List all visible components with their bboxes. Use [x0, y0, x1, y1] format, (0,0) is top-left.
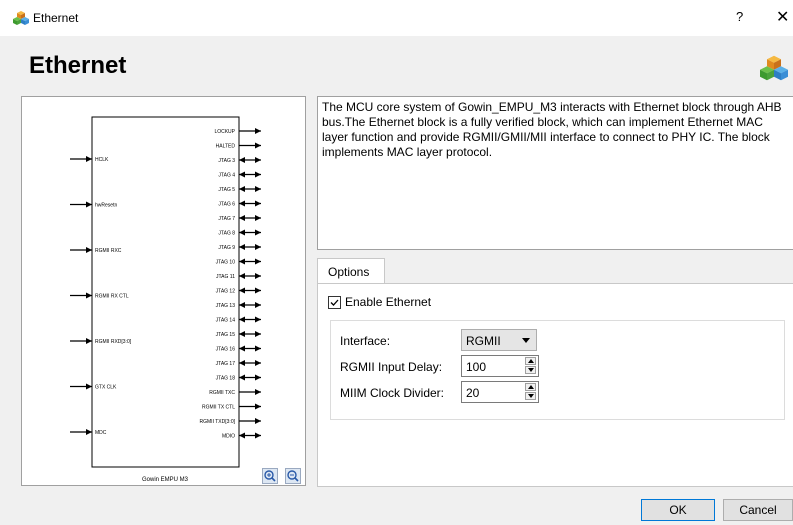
- input-pin-label: RGMII RX CTL: [95, 294, 129, 300]
- rgmii-input-delay-label: RGMII Input Delay:: [340, 360, 443, 374]
- checkmark-icon: [330, 299, 339, 306]
- output-pin-label: JTAG 15: [216, 332, 236, 338]
- output-pin-label: HALTED: [216, 144, 236, 150]
- output-pin-label: JTAG 14: [216, 318, 236, 324]
- block-name-label: Gowin EMPU M3: [142, 477, 189, 483]
- interface-label: Interface:: [340, 334, 391, 348]
- close-button[interactable]: ✕: [776, 7, 789, 27]
- app-cubes-icon: [13, 11, 29, 25]
- title-bar: Ethernet ? ✕: [0, 0, 793, 36]
- input-pin-label: hwResetn: [95, 203, 117, 209]
- output-pin-label: JTAG 11: [216, 274, 235, 280]
- spin-down-button[interactable]: [525, 392, 536, 400]
- help-button[interactable]: ?: [736, 9, 743, 24]
- input-pin-label: RGMII RXD[3:0]: [95, 339, 132, 345]
- chevron-down-icon: [522, 338, 530, 343]
- enable-ethernet-label: Enable Ethernet: [345, 295, 432, 309]
- output-pin-label: JTAG 4: [218, 173, 235, 179]
- output-pin-label: JTAG 5: [218, 187, 235, 193]
- tab-options-label: Options: [328, 265, 370, 279]
- window-title: Ethernet: [33, 11, 79, 25]
- output-pin-label: LOCKUP: [214, 129, 235, 135]
- options-panel: Enable Ethernet Interface: RGMII RGMII I…: [317, 283, 793, 487]
- enable-ethernet-checkbox[interactable]: [328, 296, 341, 309]
- spin-down-icon: [528, 368, 534, 372]
- input-pin-label: HCLK: [95, 157, 109, 163]
- output-pin-label: JTAG 10: [216, 260, 236, 266]
- tab-options[interactable]: Options: [317, 258, 385, 284]
- output-pin-label: JTAG 8: [218, 231, 235, 237]
- cancel-button[interactable]: Cancel: [723, 499, 793, 521]
- output-pin-label: JTAG 17: [216, 361, 236, 367]
- output-pin-label: RGMII TX CTL: [202, 405, 235, 411]
- spin-down-button[interactable]: [525, 366, 536, 374]
- interface-settings-group: Interface: RGMII RGMII Input Delay: 100 …: [330, 320, 785, 420]
- input-pin-label: RGMII RXC: [95, 248, 122, 254]
- output-pin-label: JTAG 18: [216, 376, 236, 382]
- zoom-in-icon: [264, 470, 276, 482]
- ok-button[interactable]: OK: [641, 499, 715, 521]
- dialog-header: Ethernet: [0, 36, 793, 96]
- zoom-out-button[interactable]: [285, 468, 301, 484]
- zoom-in-button[interactable]: [262, 468, 278, 484]
- input-pin-label: GTX CLK: [95, 385, 117, 391]
- output-pin-label: JTAG 9: [218, 245, 235, 251]
- output-pin-label: JTAG 6: [218, 202, 235, 208]
- output-pin-label: JTAG 7: [218, 216, 235, 222]
- block-diagram-panel: LOCKUP HALTED JTAG 3 JTAG 4 JTAG 5 JTAG 6 JTAG…: [21, 96, 306, 486]
- output-pin-label: JTAG 12: [216, 289, 236, 295]
- block-diagram: LOCKUP HALTED JTAG 3 JTAG 4 JTAG 5 JTAG 6 JTAG…: [70, 116, 261, 483]
- input-pin-label: MDC: [95, 430, 107, 436]
- rgmii-input-delay-value: 100: [466, 360, 487, 374]
- spin-up-button[interactable]: [525, 383, 536, 391]
- miim-clock-divider-spinbox[interactable]: 20: [461, 381, 539, 403]
- rgmii-input-delay-spinbox[interactable]: 100: [461, 355, 539, 377]
- spin-down-icon: [528, 394, 534, 398]
- interface-selected-value: RGMII: [466, 334, 501, 348]
- miim-clock-divider-label: MIIM Clock Divider:: [340, 386, 445, 400]
- output-pin-label: MDIO: [222, 434, 235, 440]
- spin-up-button[interactable]: [525, 357, 536, 365]
- output-pin-label: RGMII TXD[3:0]: [200, 419, 236, 425]
- zoom-out-icon: [287, 470, 299, 482]
- spin-up-icon: [528, 359, 534, 363]
- description-text: The MCU core system of Gowin_EMPU_M3 int…: [317, 96, 793, 250]
- interface-select[interactable]: RGMII: [461, 329, 537, 351]
- page-title: Ethernet: [29, 52, 127, 79]
- output-pin-label: JTAG 13: [216, 303, 236, 309]
- miim-clock-divider-value: 20: [466, 386, 480, 400]
- cubes-icon: [760, 55, 788, 81]
- spin-up-icon: [528, 385, 534, 389]
- output-pin-label: RGMII TXC: [209, 390, 235, 396]
- output-pin-label: JTAG 16: [216, 347, 236, 353]
- output-pin-label: JTAG 3: [218, 158, 235, 164]
